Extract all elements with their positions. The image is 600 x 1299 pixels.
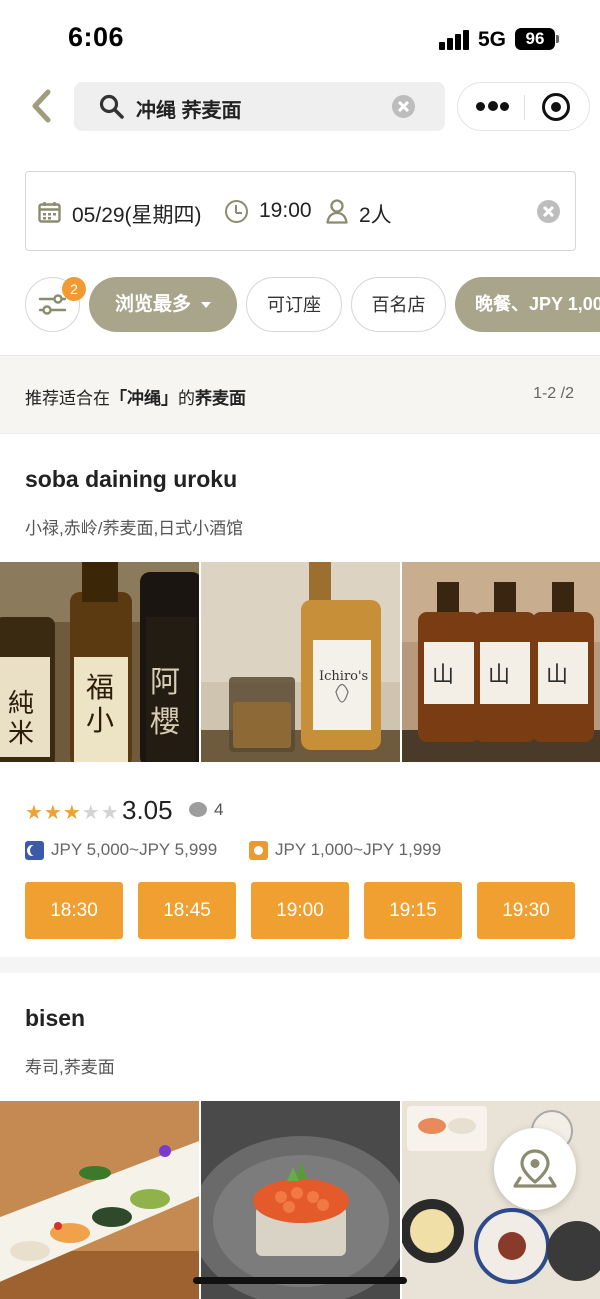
photo-gallery[interactable]: 純 米 福 小 阿 櫻 Ichiro's 山 山 山	[0, 562, 600, 762]
svg-text:福: 福	[86, 671, 114, 704]
sushi-platter-photo[interactable]	[0, 1101, 199, 1299]
ichiro-whisky-photo[interactable]: Ichiro's	[201, 562, 400, 762]
comment-icon	[189, 802, 207, 817]
svg-text:純: 純	[8, 689, 34, 719]
person-icon	[326, 199, 348, 224]
yamazaki-whisky-photo[interactable]: 山 山 山	[402, 562, 600, 762]
time-slot-button[interactable]: 18:45	[138, 882, 236, 939]
network-label: 5G	[478, 28, 507, 51]
svg-text:小: 小	[86, 704, 114, 737]
svg-text:阿: 阿	[150, 665, 180, 700]
reservation-date[interactable]: 05/29(星期四)	[72, 199, 202, 229]
chip-top-100[interactable]: 百名店	[351, 277, 446, 332]
search-query[interactable]: 冲绳 荞麦面	[136, 94, 242, 123]
reservation-time[interactable]: 19:00	[259, 199, 312, 223]
filter-row: 2 浏览最多 可订座 百名店 晚餐、JPY 1,000	[0, 277, 600, 333]
lunch-price: JPY 1,000~JPY 1,999	[275, 840, 442, 859]
time-slot-button[interactable]: 19:15	[364, 882, 462, 939]
svg-text:山: 山	[546, 663, 568, 688]
svg-text:山: 山	[432, 663, 454, 688]
battery-tip	[556, 35, 559, 43]
results-count: 1-2 /2	[533, 385, 574, 402]
capsule-divider	[524, 95, 525, 120]
clear-icon	[392, 95, 415, 118]
chip-reservable[interactable]: 可订座	[246, 277, 342, 332]
sort-chip-label: 浏览最多	[114, 294, 191, 315]
summary-text: 推荐适合在「冲绳」的荞麦面	[25, 389, 246, 408]
clock-icon	[225, 200, 248, 223]
reservation-box[interactable]: 05/29(星期四) 19:00 2人	[25, 171, 576, 251]
sun-icon	[249, 841, 268, 860]
rating-row: ★★★★★ 3.05 4	[25, 795, 425, 827]
rating-score: 3.05	[122, 795, 173, 825]
restaurant-tags: 小禄,赤岭/荞麦面,日式小酒馆	[25, 519, 244, 538]
calendar-icon	[38, 202, 61, 223]
sake-bottles-photo[interactable]: 純 米 福 小 阿 櫻	[0, 562, 199, 762]
filter-count-badge: 2	[62, 277, 86, 301]
time-slot-button[interactable]: 19:30	[477, 882, 575, 939]
search-clear-button[interactable]	[392, 95, 415, 118]
time-slot-button[interactable]: 18:30	[25, 882, 123, 939]
svg-text:山: 山	[488, 663, 510, 688]
signal-icon	[439, 30, 471, 50]
reservation-people[interactable]: 2人	[359, 199, 392, 229]
review-count: 4	[214, 800, 224, 819]
reservation-clear-button[interactable]	[537, 200, 560, 223]
moon-icon	[25, 841, 44, 860]
search-icon	[99, 94, 124, 119]
map-button[interactable]	[494, 1128, 576, 1210]
chip-dinner-price[interactable]: 晚餐、JPY 1,000	[455, 277, 600, 332]
price-row: JPY 5,000~JPY 5,999 JPY 1,000~JPY 1,999	[25, 840, 585, 864]
caret-down-icon	[201, 301, 211, 308]
sort-chip[interactable]: 浏览最多	[89, 277, 237, 332]
target-icon[interactable]	[542, 93, 570, 121]
svg-text:櫻: 櫻	[150, 705, 180, 740]
restaurant-tags: 寿司,荞麦面	[25, 1058, 115, 1077]
restaurant-name[interactable]: soba daining uroku	[25, 466, 237, 493]
clear-icon	[537, 200, 560, 223]
status-time: 6:06	[68, 22, 125, 52]
results-summary: 推荐适合在「冲绳」的荞麦面 1-2 /2	[0, 355, 600, 434]
star-rating: ★★★★★	[25, 802, 120, 824]
map-pin-icon	[513, 1149, 557, 1188]
restaurant-name[interactable]: bisen	[25, 1005, 85, 1032]
svg-text:Ichiro's: Ichiro's	[319, 669, 368, 684]
dinner-price: JPY 5,000~JPY 5,999	[51, 840, 218, 859]
ikura-dish-photo[interactable]	[201, 1101, 400, 1299]
card-divider	[0, 957, 600, 973]
status-bar: 6:06 5G 96	[0, 0, 600, 80]
svg-text:米: 米	[8, 719, 34, 749]
search-bar[interactable]: 冲绳 荞麦面	[74, 82, 445, 131]
home-indicator	[193, 1277, 407, 1284]
time-slot-button[interactable]: 19:00	[251, 882, 349, 939]
back-icon	[32, 89, 51, 123]
back-button[interactable]	[26, 86, 60, 126]
mini-program-capsule	[457, 82, 590, 131]
more-icon[interactable]	[476, 101, 509, 112]
battery-icon: 96	[515, 28, 555, 50]
